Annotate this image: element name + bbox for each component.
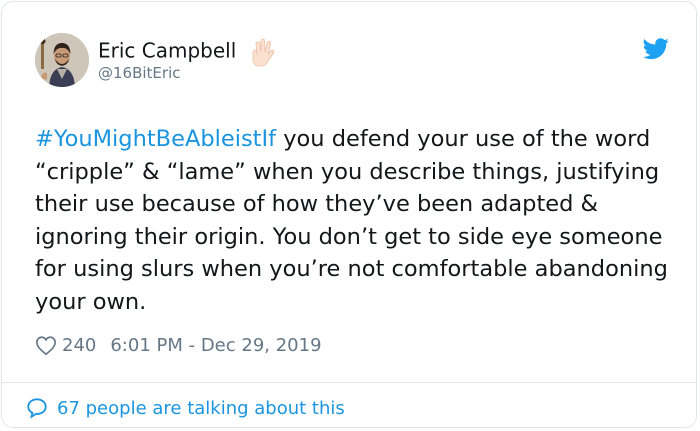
twitter-bird-icon[interactable] — [643, 38, 669, 60]
speech-bubble-icon — [27, 398, 47, 419]
tweet-card[interactable]: Eric Campbell @16BitEric #YouMightBeAble… — [1, 1, 697, 428]
hashtag-link[interactable]: #YouMightBeAbleistIf — [35, 126, 276, 152]
vulcan-salute-icon — [249, 37, 277, 67]
tweet-meta: 240 6:01 PM - Dec 29, 2019 — [35, 332, 322, 358]
avatar-illustration — [35, 33, 89, 87]
conversation-count-text[interactable]: 67 people are talking about this — [57, 398, 345, 419]
author-name[interactable]: Eric Campbell — [98, 39, 236, 63]
timestamp[interactable]: 6:01 PM - Dec 29, 2019 — [110, 335, 321, 356]
tweet-text: #YouMightBeAbleistIf you defend your use… — [35, 123, 675, 319]
tweet-body-text: you defend your use of the word “cripple… — [35, 126, 668, 315]
conversation-link[interactable]: 67 people are talking about this — [26, 395, 345, 421]
heart-icon[interactable] — [35, 335, 57, 356]
divider — [2, 382, 696, 383]
avatar[interactable] — [35, 33, 89, 87]
like-count[interactable]: 240 — [62, 335, 96, 356]
author-name-row[interactable]: Eric Campbell — [98, 37, 277, 67]
author-handle[interactable]: @16BitEric — [98, 64, 181, 82]
